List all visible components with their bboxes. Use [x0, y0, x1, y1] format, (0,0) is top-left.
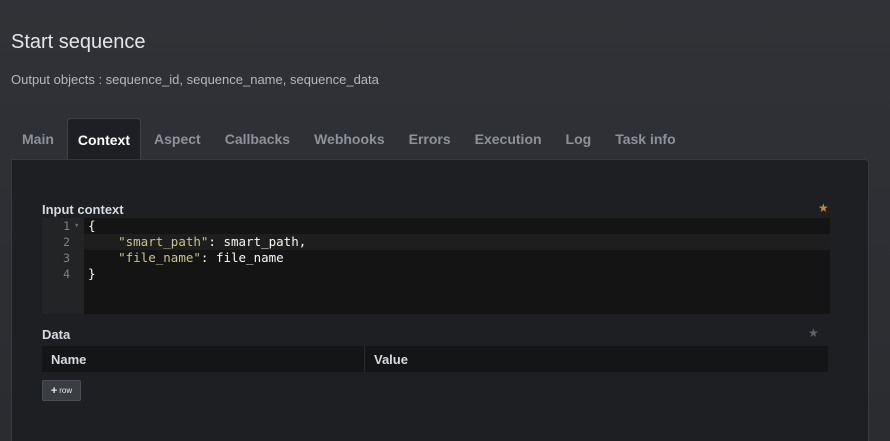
- data-section-label: Data: [42, 327, 71, 342]
- tab-label: Context: [77, 131, 131, 148]
- tab-context[interactable]: Context: [66, 118, 142, 160]
- line-number: 1: [63, 219, 70, 233]
- column-header-value: Value: [374, 351, 408, 367]
- tab-label: Aspect: [154, 131, 201, 147]
- star-icon[interactable]: ★: [818, 201, 829, 215]
- tab-callbacks[interactable]: Callbacks: [214, 118, 301, 160]
- tab-label: Errors: [408, 131, 451, 147]
- code-token: }: [88, 266, 96, 281]
- tab-task-info[interactable]: Task info: [604, 118, 686, 160]
- plus-icon: +: [50, 384, 58, 397]
- tab-webhooks[interactable]: Webhooks: [303, 118, 396, 160]
- add-row-label: row: [59, 386, 73, 395]
- code-area: {: [84, 218, 830, 234]
- page: Start sequence Output objects : sequence…: [0, 0, 890, 441]
- tab-aspect[interactable]: Aspect: [143, 118, 212, 160]
- editor-line: 4 }: [42, 266, 830, 282]
- code-area: }: [84, 266, 830, 282]
- code-area: "file_name": file_name: [84, 250, 830, 266]
- code-token: {: [88, 218, 96, 233]
- column-header-name: Name: [42, 346, 365, 372]
- line-number: 3: [63, 251, 70, 265]
- code-text: {: [88, 218, 96, 234]
- code-token-string: "file_name": [118, 250, 201, 265]
- tab-label: Callbacks: [224, 131, 291, 147]
- tab-main[interactable]: Main: [11, 118, 65, 160]
- star-icon[interactable]: ★: [808, 326, 819, 340]
- tab-bar: Main Context Aspect Callbacks Webhooks E…: [11, 118, 689, 160]
- tab-execution[interactable]: Execution: [464, 118, 553, 160]
- fold-arrow-icon[interactable]: ▾: [74, 218, 79, 234]
- editor-line: 2 "smart_path": smart_path,: [42, 234, 830, 250]
- editor-line: 1 ▾ {: [42, 218, 830, 234]
- tab-label: Main: [22, 131, 54, 147]
- code-token: : smart_path,: [208, 234, 307, 249]
- page-subtitle: Output objects : sequence_id, sequence_n…: [11, 72, 379, 87]
- tab-label: Execution: [474, 131, 542, 147]
- code-area: "smart_path": smart_path,: [84, 234, 830, 250]
- tab-label: Task info: [615, 131, 676, 147]
- code-text: "smart_path": smart_path,: [88, 234, 306, 250]
- editor-line: 3 "file_name": file_name: [42, 250, 830, 266]
- code-text: "file_name": file_name: [88, 250, 284, 266]
- code-token-string: "smart_path": [118, 234, 209, 249]
- page-title: Start sequence: [11, 31, 146, 53]
- line-number: 4: [63, 267, 70, 281]
- data-table-header: Name Value: [42, 346, 828, 372]
- tab-errors[interactable]: Errors: [398, 118, 462, 160]
- tab-label: Webhooks: [314, 131, 385, 147]
- input-context-label: Input context: [42, 202, 124, 217]
- code-text: }: [88, 266, 96, 282]
- tab-label: Log: [565, 131, 592, 147]
- tab-log[interactable]: Log: [555, 118, 603, 160]
- code-token: : file_name: [200, 250, 284, 265]
- add-row-button[interactable]: + row: [42, 380, 81, 401]
- line-number: 2: [63, 235, 70, 249]
- context-panel: Input context ★ 1 ▾ { 2 "smart_path": sm…: [11, 159, 869, 441]
- input-context-editor[interactable]: 1 ▾ { 2 "smart_path": smart_path, 3 "fil…: [42, 218, 830, 314]
